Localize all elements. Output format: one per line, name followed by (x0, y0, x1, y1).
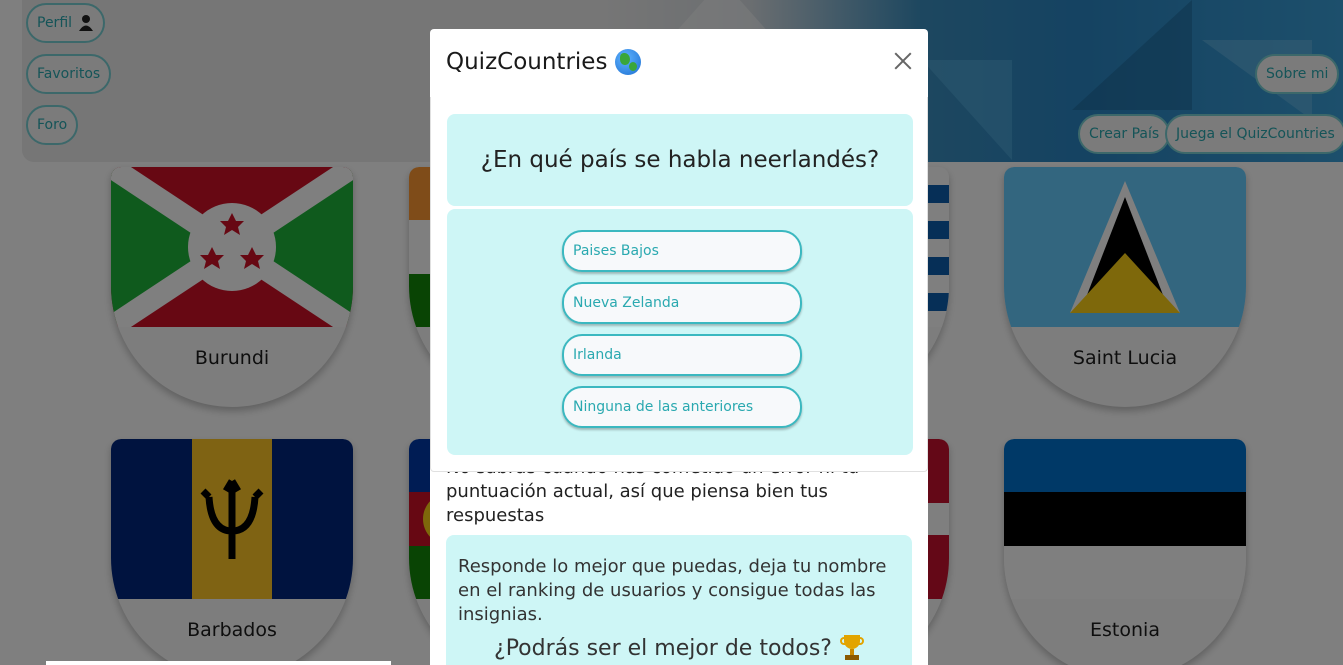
info-text: Responde lo mejor que puedas, deja tu no… (458, 556, 887, 625)
answer-option[interactable]: Nueva Zelanda (562, 282, 802, 324)
modal-title-text: QuizCountries (446, 49, 608, 75)
question-text: ¿En qué país se habla neerlandés? (480, 147, 880, 173)
answers-box: Paises Bajos Nueva Zelanda Irlanda Ningu… (447, 209, 913, 455)
globe-icon (615, 49, 642, 75)
challenge-text: ¿Podrás ser el mejor de todos? (494, 635, 832, 661)
question-panel: ¿En qué país se habla neerlandés? Paises… (430, 97, 928, 472)
info-panel: Responde lo mejor que puedas, deja tu no… (446, 535, 912, 665)
answer-option[interactable]: Paises Bajos (562, 230, 802, 272)
modal-title: QuizCountries (446, 49, 642, 75)
challenge-line: ¿Podrás ser el mejor de todos? (458, 635, 900, 661)
bottom-scroll-indicator (46, 661, 391, 665)
trophy-icon (839, 635, 864, 661)
answer-option[interactable]: Irlanda (562, 334, 802, 376)
question-box: ¿En qué país se habla neerlandés? (447, 114, 913, 206)
modal-header: QuizCountries (430, 29, 928, 98)
close-icon[interactable] (892, 50, 914, 72)
answer-option[interactable]: Ninguna de las anteriores (562, 386, 802, 428)
